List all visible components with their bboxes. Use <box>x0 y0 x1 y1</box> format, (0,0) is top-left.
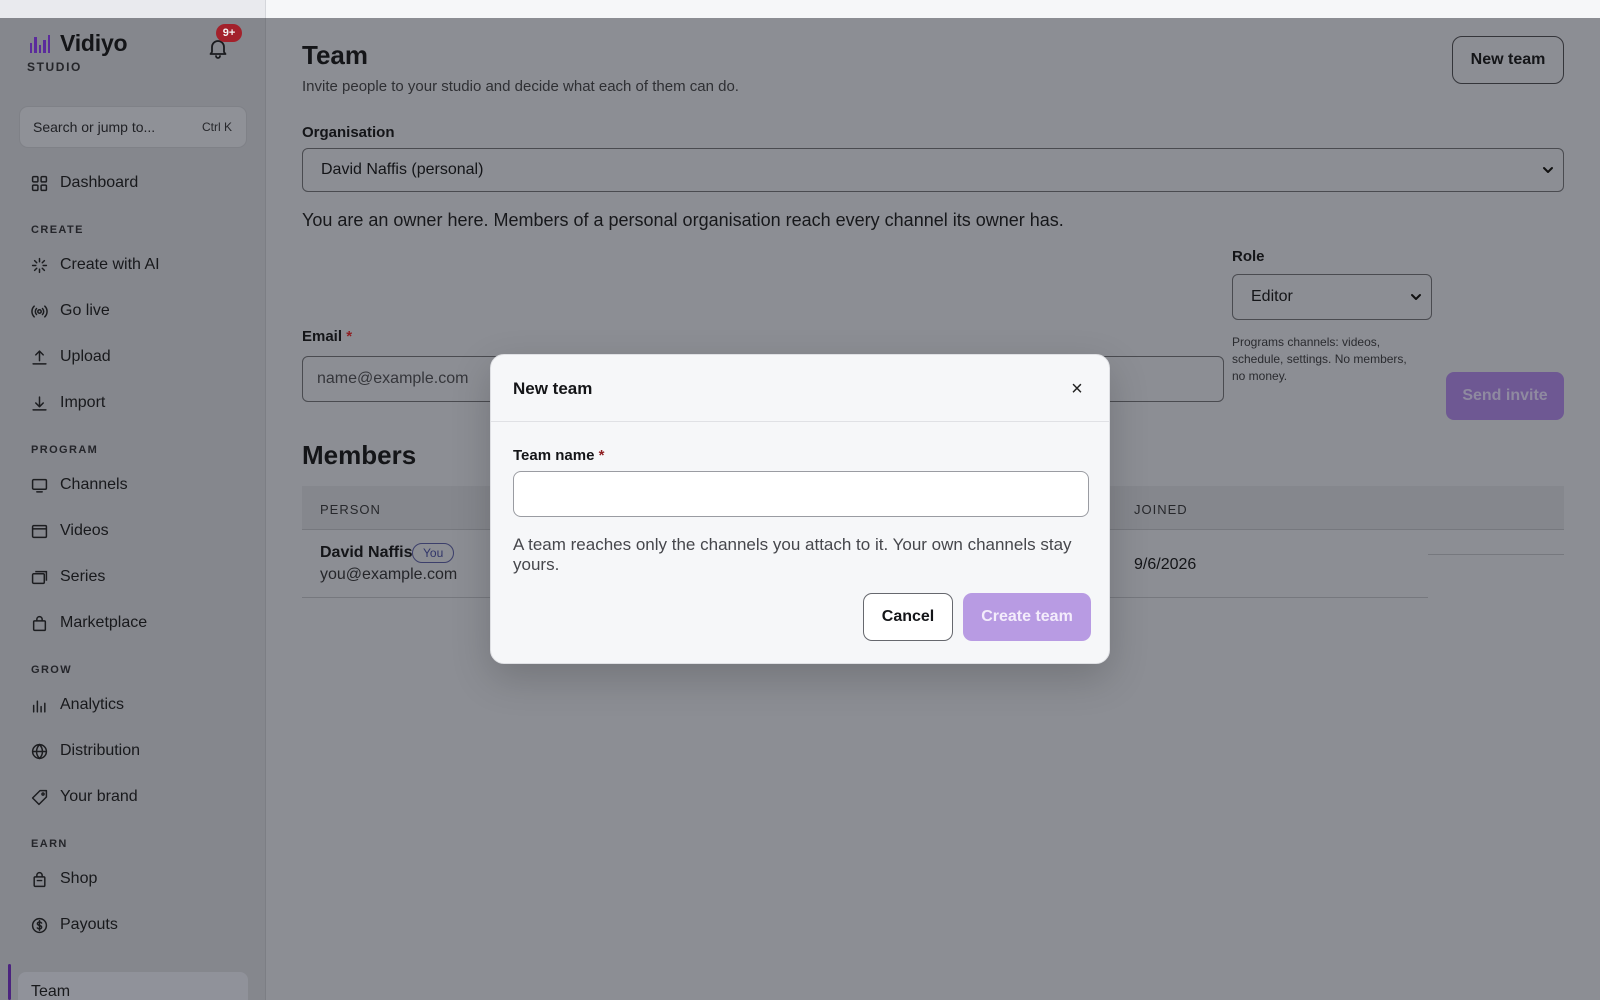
section-label-create: CREATE <box>31 224 84 236</box>
email-label: Email * <box>302 328 352 345</box>
role-value: Editor <box>1251 288 1293 305</box>
column-header-person: PERSON <box>320 502 381 517</box>
sidebar-item-your-brand[interactable]: Your brand <box>18 778 248 816</box>
chevron-down-icon <box>1411 294 1421 300</box>
sidebar-item-shop[interactable]: Shop <box>18 860 248 898</box>
search-shortcut: Ctrl K <box>202 120 232 134</box>
chevron-down-icon <box>1543 167 1553 173</box>
email-label-text: Email <box>302 328 343 345</box>
row-divider <box>1428 554 1564 555</box>
role-help-text: Programs channels: videos, schedule, set… <box>1232 335 1407 383</box>
top-bar-left <box>0 0 266 18</box>
role-label: Role <box>1232 248 1265 265</box>
sidebar-item-label: Channels <box>60 476 128 493</box>
dialog-header: New team × <box>491 355 1109 422</box>
sidebar-item-videos[interactable]: Videos <box>18 512 248 550</box>
sidebar-item-label: Dashboard <box>60 174 139 191</box>
sidebar-item-dashboard[interactable]: Dashboard <box>18 164 248 202</box>
upload-icon <box>32 349 47 365</box>
search-input[interactable]: Search or jump to... Ctrl K <box>19 106 247 148</box>
sidebar-item-analytics[interactable]: Analytics <box>18 686 248 724</box>
section-label-program: PROGRAM <box>31 444 99 456</box>
tag-icon <box>31 789 48 805</box>
page-subtitle: Invite people to your studio and decide … <box>302 78 739 95</box>
sidebar-item-payouts[interactable]: Payouts <box>18 906 248 944</box>
new-team-button[interactable]: New team <box>1452 36 1564 84</box>
notification-badge: 9+ <box>216 24 242 42</box>
sidebar-item-marketplace[interactable]: Marketplace <box>18 604 248 642</box>
brand[interactable]: Vidiyo <box>30 30 128 57</box>
logo-icon <box>30 34 51 53</box>
members-title: Members <box>302 440 417 470</box>
required-mark: * <box>346 328 353 345</box>
bag-icon <box>32 615 47 631</box>
dialog-help-text: A team reaches only the channels you att… <box>513 535 1072 574</box>
sidebar-item-label: Your brand <box>60 788 138 805</box>
grid-icon <box>31 175 48 191</box>
sidebar-item-go-live[interactable]: Go live <box>18 292 248 330</box>
sidebar-item-label: Marketplace <box>60 614 148 631</box>
you-badge: You <box>412 543 455 563</box>
sidebar-item-label: Go live <box>60 302 110 319</box>
role-select[interactable]: Editor <box>1232 274 1432 320</box>
team-name-label-text: Team name <box>513 447 595 464</box>
team-name-input[interactable] <box>513 471 1089 517</box>
sidebar-item-distribution[interactable]: Distribution <box>18 732 248 770</box>
sidebar-item-label: Distribution <box>60 742 141 759</box>
sidebar-item-label: Analytics <box>60 696 125 713</box>
team-name-label: Team name * <box>513 447 604 464</box>
create-team-button[interactable]: Create team <box>963 593 1091 641</box>
sidebar-item-label: Shop <box>60 870 98 887</box>
page-title: Team <box>302 40 368 70</box>
top-bar <box>0 0 1600 18</box>
download-icon <box>32 395 47 411</box>
section-label-earn: EARN <box>31 838 68 850</box>
member-name: David Naffis <box>320 544 413 561</box>
dialog-title: New team <box>513 379 593 398</box>
sidebar: Vidiyo STUDIO 9+ Search or jump to... Ct… <box>0 18 266 1000</box>
sidebar-item-label: Create with AI <box>60 256 160 273</box>
sidebar-item-label: Team <box>31 983 71 1000</box>
sparkle-icon <box>31 257 48 273</box>
member-email: you@example.com <box>320 566 458 583</box>
dollar-icon <box>31 917 48 933</box>
shopping-bag-icon <box>33 871 46 887</box>
required-mark: * <box>598 447 605 464</box>
sidebar-item-upload[interactable]: Upload <box>18 338 248 376</box>
search-placeholder: Search or jump to... <box>33 119 156 135</box>
brand-name: Vidiyo <box>60 30 128 56</box>
sidebar-item-label: Payouts <box>60 916 118 933</box>
globe-icon <box>31 743 48 759</box>
cancel-button[interactable]: Cancel <box>863 593 953 641</box>
sidebar-item-label: Videos <box>60 522 109 539</box>
monitor-icon <box>31 478 48 493</box>
sidebar-item-label: Upload <box>60 348 111 365</box>
column-header-joined: JOINED <box>1134 502 1188 517</box>
organisation-note: You are an owner here. Members of a pers… <box>302 210 1064 230</box>
brand-subtitle: STUDIO <box>27 60 82 74</box>
sidebar-item-team[interactable]: Team <box>18 972 248 1000</box>
video-icon <box>31 524 48 538</box>
new-team-dialog: New team × Team name * A team reaches on… <box>490 354 1110 664</box>
section-label-grow: GROW <box>31 664 73 676</box>
stack-icon <box>31 570 48 584</box>
send-invite-button[interactable]: Send invite <box>1446 372 1564 420</box>
organisation-value: David Naffis (personal) <box>321 161 484 178</box>
close-icon[interactable]: × <box>1065 377 1089 401</box>
organisation-select[interactable]: David Naffis (personal) <box>302 148 1564 192</box>
sidebar-item-series[interactable]: Series <box>18 558 248 596</box>
sidebar-item-create-with-ai[interactable]: Create with AI <box>18 246 248 284</box>
broadcast-icon <box>31 304 48 318</box>
active-indicator <box>8 964 11 1000</box>
sidebar-item-label: Import <box>60 394 106 411</box>
bar-chart-icon <box>32 700 46 713</box>
organisation-label: Organisation <box>302 124 395 141</box>
sidebar-item-channels[interactable]: Channels <box>18 466 248 504</box>
sidebar-item-label: Series <box>60 568 106 585</box>
sidebar-item-import[interactable]: Import <box>18 384 248 422</box>
member-joined-date: 9/6/2026 <box>1134 556 1197 573</box>
